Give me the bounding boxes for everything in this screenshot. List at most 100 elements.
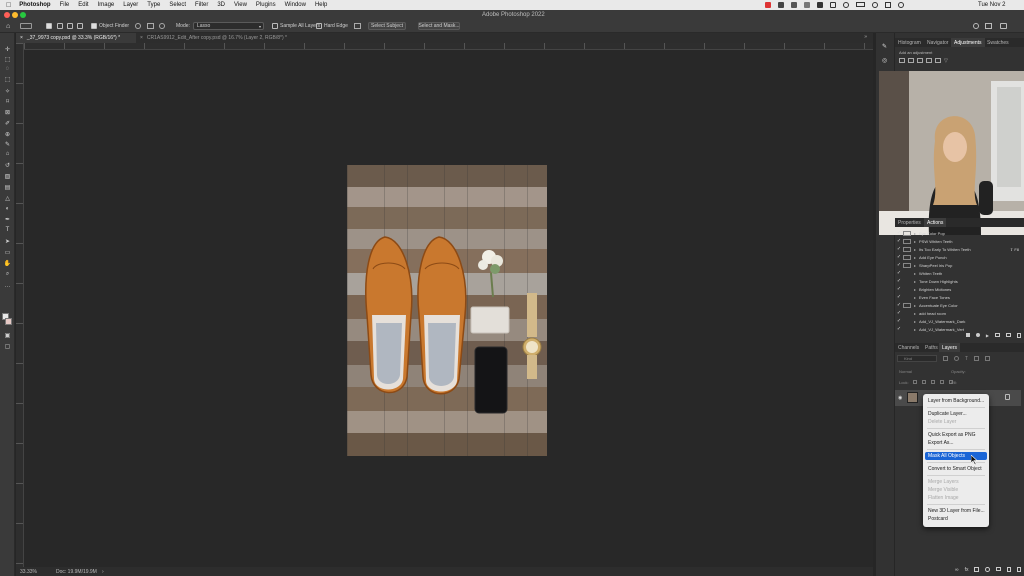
menu-edit[interactable]: Edit <box>78 2 88 8</box>
tab-document-1[interactable]: × _37_9973 copy.psd @ 33.3% (RGB/16*) * <box>16 33 136 43</box>
dialog-toggle-icon[interactable] <box>903 254 911 260</box>
gradient-tool-icon[interactable]: ▤ <box>3 183 12 191</box>
dialog-toggle-icon[interactable] <box>903 287 911 292</box>
smart-object-filter-icon[interactable] <box>985 356 991 361</box>
dialog-toggle-icon[interactable] <box>903 262 911 268</box>
settings-gear-icon[interactable] <box>159 23 165 29</box>
type-tool-icon[interactable]: T <box>3 226 12 234</box>
dialog-toggle-icon[interactable] <box>903 327 911 332</box>
add-mask-icon[interactable] <box>974 567 980 572</box>
pixel-filter-icon[interactable] <box>943 356 948 361</box>
select-subject-button[interactable]: Select Subject <box>368 22 406 30</box>
check-icon[interactable]: ✓ <box>895 262 903 268</box>
action-item[interactable]: ✓ ▸ Accentuate Eye Color <box>895 301 1021 309</box>
menubar-clock[interactable]: Tue Nov 2 <box>978 2 1005 8</box>
check-icon[interactable]: ✓ <box>895 318 903 324</box>
check-icon[interactable]: ✓ <box>895 326 903 332</box>
menu-layer[interactable]: Layer <box>123 2 138 8</box>
dialog-toggle-icon[interactable] <box>903 271 911 276</box>
dialog-toggle-icon[interactable] <box>903 295 911 300</box>
hand-tool-icon[interactable]: ✋ <box>3 259 12 267</box>
lock-pixels-icon[interactable] <box>922 380 926 384</box>
lock-icon[interactable] <box>1005 394 1010 400</box>
history-brush-tool-icon[interactable]: ↺ <box>3 161 12 169</box>
check-icon[interactable]: ✓ <box>895 286 903 292</box>
menu-window[interactable]: Window <box>285 2 306 8</box>
new-layer-icon[interactable] <box>1006 567 1012 572</box>
action-item[interactable]: ✓ ▸ Whiten Teeth <box>895 269 1021 277</box>
wifi-icon[interactable] <box>843 2 849 8</box>
trash-icon[interactable] <box>1017 333 1021 338</box>
record-icon[interactable] <box>765 2 771 8</box>
control-center-icon[interactable] <box>885 2 891 8</box>
menu-select[interactable]: Select <box>169 2 186 8</box>
app-icon[interactable] <box>804 2 810 8</box>
menu-item-convert-to-smart-object[interactable]: Convert to Smart Object <box>925 465 987 473</box>
tab-paths[interactable]: Paths <box>922 343 941 352</box>
dodge-tool-icon[interactable]: ◐ <box>3 205 12 213</box>
menu-item-duplicate-layer[interactable]: Duplicate Layer... <box>925 410 987 418</box>
lock-position-icon[interactable] <box>931 380 935 384</box>
minimize-window-button[interactable] <box>12 12 18 18</box>
menu-item-flatten-image[interactable]: Flatten Image <box>925 494 987 502</box>
menu-item-delete-layer[interactable]: Delete Layer <box>925 418 987 426</box>
screen-mode-icon[interactable]: ▢ <box>3 342 12 350</box>
doc-size[interactable]: Doc: 19.9M/19.9M <box>56 569 97 575</box>
quick-mask-icon[interactable]: ▣ <box>3 331 12 339</box>
subtract-from-selection-icon[interactable] <box>67 23 73 29</box>
object-selection-tool-icon[interactable]: ⬚ <box>3 75 12 83</box>
document-image[interactable] <box>347 165 547 456</box>
action-item[interactable]: ✓ ▸ Add Eye Punch <box>895 253 1021 261</box>
sample-all-layers-checkbox[interactable] <box>272 23 278 29</box>
tab-document-2[interactable]: × CR1AS9912_Edit_After copy.psd @ 16.7% … <box>136 33 296 43</box>
menu-3d[interactable]: 3D <box>217 2 225 8</box>
dialog-toggle-icon[interactable] <box>903 302 911 308</box>
menu-item-postcard[interactable]: Postcard <box>925 515 987 523</box>
menu-help[interactable]: Help <box>315 2 327 8</box>
menu-item-layer-from-background[interactable]: Layer from Background... <box>925 397 987 405</box>
trash-icon[interactable] <box>1017 567 1021 572</box>
battery-icon[interactable] <box>856 2 865 7</box>
background-color-swatch[interactable] <box>5 318 12 325</box>
menu-item-merge-layers[interactable]: Merge Layers <box>925 478 987 486</box>
curves-icon[interactable] <box>917 58 923 63</box>
lasso-tool-icon[interactable]: ◌ <box>3 65 12 73</box>
link-layers-icon[interactable]: ∞ <box>955 567 959 573</box>
chevron-right-icon[interactable]: › <box>102 569 104 575</box>
adjustment-filter-icon[interactable] <box>954 356 959 361</box>
hard-edge-checkbox[interactable] <box>316 23 322 29</box>
tab-histogram[interactable]: Histogram <box>895 38 924 47</box>
rectangle-tool-icon[interactable]: ▭ <box>3 248 12 256</box>
path-selection-tool-icon[interactable]: ➤ <box>3 237 12 245</box>
add-to-selection-icon[interactable] <box>57 23 63 29</box>
search-icon[interactable] <box>973 23 979 29</box>
tab-swatches[interactable]: Swatches <box>984 38 1012 47</box>
menu-image[interactable]: Image <box>98 2 115 8</box>
action-item[interactable]: ✓ ▸ PSW Whiten Teeth <box>895 237 1021 245</box>
app-icon[interactable] <box>778 2 784 8</box>
frame-tool-icon[interactable]: ⊠ <box>3 108 12 116</box>
action-item[interactable]: ✓ ▸ Even Face Tones <box>895 293 1021 301</box>
object-selection-tool-preset-icon[interactable] <box>20 23 32 29</box>
clone-stamp-tool-icon[interactable]: ⌂ <box>3 150 12 158</box>
select-and-mask-button[interactable]: Select and Mask... <box>418 22 460 30</box>
refresh-icon[interactable] <box>135 23 141 29</box>
vibrance-icon[interactable] <box>935 58 941 63</box>
dialog-toggle-icon[interactable] <box>903 230 911 236</box>
eraser-tool-icon[interactable]: ▧ <box>3 172 12 180</box>
object-finder-checkbox[interactable] <box>91 23 97 29</box>
blur-tool-icon[interactable]: △ <box>3 194 12 202</box>
menu-file[interactable]: File <box>60 2 70 8</box>
siri-icon[interactable] <box>898 2 904 8</box>
new-selection-icon[interactable] <box>46 23 52 29</box>
workspace-icon[interactable] <box>985 23 992 29</box>
record-icon[interactable] <box>975 333 980 337</box>
layer-style-icon[interactable]: fx <box>965 567 969 573</box>
menu-item-new-3d-layer-from-file[interactable]: New 3D Layer from File... <box>925 507 987 515</box>
visibility-eye-icon[interactable]: ◉ <box>898 395 902 401</box>
eyedropper-tool-icon[interactable]: ✐ <box>3 119 12 127</box>
action-item[interactable]: ✓ ▸ Brighten Midtones <box>895 285 1021 293</box>
new-adjustment-layer-icon[interactable] <box>985 567 990 572</box>
share-icon[interactable] <box>1000 23 1007 29</box>
apple-icon[interactable]:  <box>6 2 11 9</box>
